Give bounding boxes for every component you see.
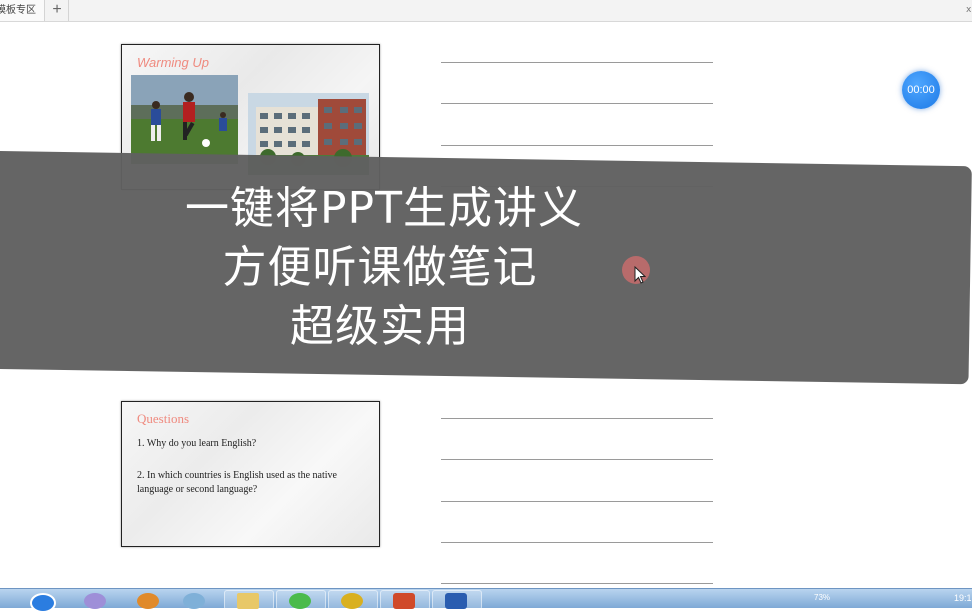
system-clock: 19:1 [954,593,972,603]
taskbar-window-button[interactable] [224,590,274,610]
caption-line: 一键将PPT生成讲义 [185,183,583,234]
note-line [441,501,713,502]
mouse-pointer-icon [634,266,646,284]
note-line [441,583,713,584]
slide-title: Warming Up [137,55,210,70]
note-line [441,542,713,543]
taskbar-window-button[interactable] [328,590,378,610]
taskbar-window-button[interactable] [276,590,326,610]
tab-bar-edge: ⅹ [966,4,972,14]
recording-timer-button[interactable]: 00:00 [902,71,940,109]
kugou-icon[interactable] [30,593,56,613]
taskbar-window-button[interactable] [432,590,482,610]
slide-title: Questions [137,411,189,426]
caption-line: 方便听课做笔记 [222,242,538,293]
note-line [441,62,713,63]
new-tab-button[interactable]: + [46,0,69,21]
note-line [441,145,713,146]
question-item: 1. Why do you learn English? [137,438,257,449]
tab-template-zone[interactable]: 模板专区 [0,0,45,21]
battery-percent: 73% [814,593,831,602]
soccer-photo [131,75,238,164]
windows-taskbar: 73% 19:1 [0,588,972,613]
slide-thumbnail-questions[interactable]: Questions 1. Why do you learn English? 2… [121,401,380,547]
note-line [441,418,713,419]
browser-tab-bar: 模板专区 + ⅹ [0,0,972,22]
taskbar-window-button[interactable] [380,590,430,610]
caption-line: 超级实用 [290,301,470,352]
note-line [441,459,713,460]
question-item: 2. In which countries is English used as… [137,470,337,495]
note-line [441,103,713,104]
